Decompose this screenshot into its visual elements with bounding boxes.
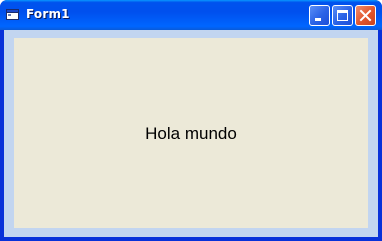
close-button[interactable] (355, 5, 376, 26)
minimize-button[interactable] (309, 5, 330, 26)
window-title: Form1 (26, 7, 70, 21)
app-window: Form1 Hola mundo (0, 0, 382, 241)
form-window-icon[interactable] (6, 8, 20, 20)
maximize-button[interactable] (332, 5, 353, 26)
hello-label: Hola mundo (145, 124, 237, 143)
maximize-icon (337, 10, 348, 21)
minimize-icon (315, 18, 321, 21)
window-frame: Hola mundo (4, 30, 378, 237)
title-bar[interactable]: Form1 (0, 0, 382, 30)
close-icon (359, 9, 372, 22)
form-client-area: Hola mundo (14, 38, 368, 228)
